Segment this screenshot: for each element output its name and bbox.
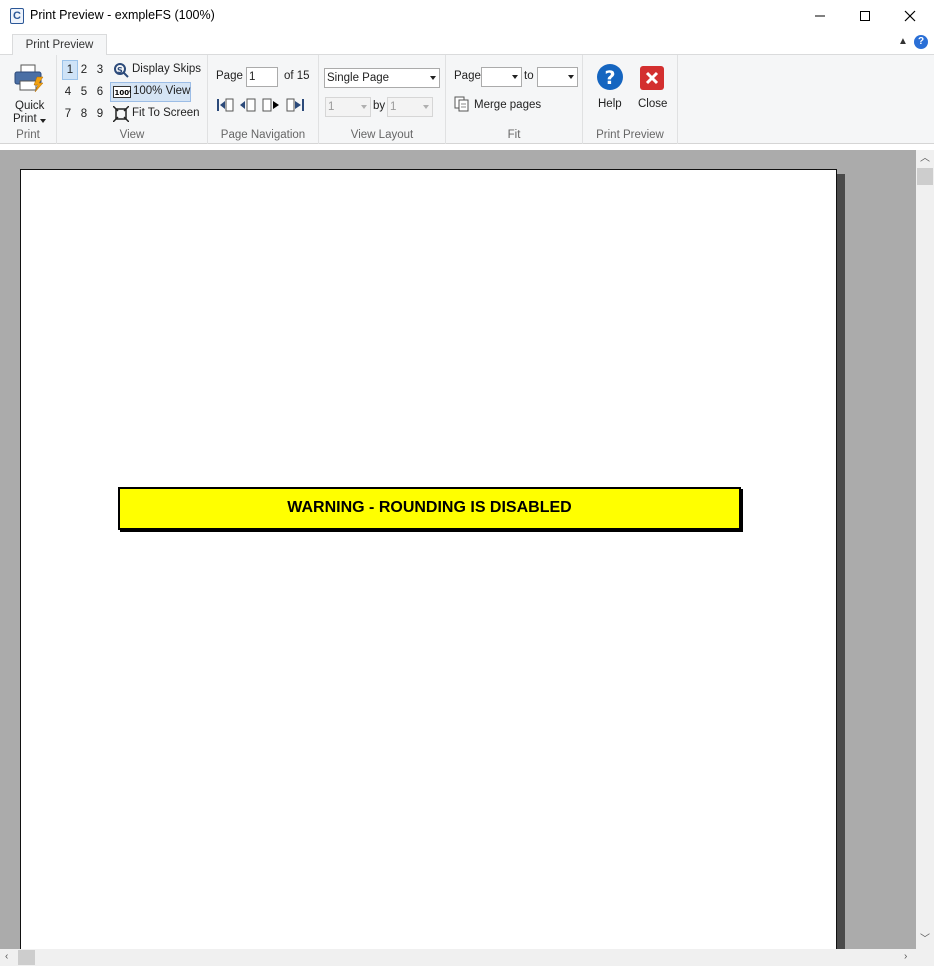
scroll-down-icon[interactable]: ﹀	[920, 935, 930, 945]
view-pages-7[interactable]: 7	[60, 104, 76, 124]
title-bar: C Print Preview - exmpleFS (100%)	[0, 0, 934, 31]
minimize-icon	[815, 15, 825, 16]
vertical-scroll-thumb[interactable]	[917, 168, 933, 185]
display-skips-button[interactable]: S Display Skips	[111, 60, 201, 80]
layout-select-value: Single Page	[327, 72, 390, 84]
quick-print-button[interactable]: Quick Print	[12, 63, 46, 131]
svg-text:S: S	[117, 66, 123, 75]
dropdown-arrow-icon	[40, 119, 46, 123]
fit-group-label: Fit	[507, 129, 521, 141]
warning-banner: WARNING - ROUNDING IS DISABLED	[118, 487, 741, 530]
ribbon-tab-row: Print Preview	[0, 31, 934, 56]
close-icon	[640, 66, 664, 90]
fit-to-screen-icon	[113, 106, 129, 122]
print-preview-group-label: Print Preview	[596, 129, 664, 141]
window-close-button[interactable]	[887, 0, 933, 31]
help-small-icon[interactable]: ?	[914, 35, 928, 49]
close-preview-button[interactable]: Close	[635, 61, 671, 117]
fit-to-screen-label: Fit To Screen	[132, 107, 200, 119]
preview-page: WARNING - ROUNDING IS DISABLED	[20, 169, 837, 949]
merge-pages-button[interactable]: Merge pages	[452, 95, 552, 115]
print-group: Quick Print Print	[0, 55, 57, 144]
svg-text:?: ?	[604, 67, 615, 89]
rows-select-value: 1	[328, 101, 335, 113]
dropdown-arrow-icon	[512, 75, 518, 79]
next-page-icon[interactable]	[262, 97, 280, 113]
maximize-icon	[860, 10, 870, 21]
fit-to-label: to	[524, 70, 534, 82]
view-pages-6[interactable]: 6	[92, 82, 108, 102]
display-skips-icon: S	[114, 63, 129, 78]
minimize-button[interactable]	[797, 0, 843, 31]
printer-icon	[14, 64, 44, 93]
layout-select[interactable]: Single Page	[324, 68, 440, 88]
close-icon	[904, 10, 916, 21]
first-page-icon[interactable]	[216, 97, 234, 113]
quick-print-label-2: Print	[13, 113, 37, 125]
window-title: Print Preview - exmpleFS (100%)	[30, 8, 215, 22]
view-pages-4[interactable]: 4	[60, 82, 76, 102]
dropdown-arrow-icon	[568, 75, 574, 79]
view-group-label: View	[119, 129, 145, 141]
app-icon: C	[10, 8, 24, 24]
page-count-label: of 15	[284, 70, 310, 82]
page-navigation-group-label: Page Navigation	[220, 129, 306, 141]
rows-select: 1	[325, 97, 371, 117]
scroll-up-icon[interactable]: ︿	[920, 154, 930, 164]
columns-select: 1	[387, 97, 433, 117]
collapse-ribbon-icon[interactable]: ▲	[898, 36, 908, 47]
merge-pages-icon	[454, 96, 469, 112]
dropdown-arrow-icon	[361, 105, 367, 109]
dropdown-arrow-icon	[430, 76, 436, 80]
help-icon: ?	[597, 64, 623, 90]
merge-pages-label: Merge pages	[474, 99, 542, 111]
fit-page-label: Page	[454, 70, 481, 82]
previous-page-icon[interactable]	[239, 97, 257, 113]
page-label: Page	[216, 70, 243, 82]
view-pages-8[interactable]: 8	[76, 104, 92, 124]
svg-text:100%: 100%	[115, 89, 132, 97]
horizontal-scroll-thumb[interactable]	[18, 950, 35, 965]
view-group: 1 2 3 4 5 6 7 8 9 S Display Skips 100% 1…	[57, 55, 208, 144]
fit-from-select[interactable]	[481, 67, 522, 87]
page-number-input[interactable]: 1	[246, 67, 278, 87]
scroll-corner	[916, 949, 934, 966]
zoom-100-icon: 100%	[113, 86, 132, 98]
last-page-icon[interactable]	[286, 97, 306, 113]
print-group-label: Print	[16, 129, 40, 141]
preview-workspace[interactable]: WARNING - ROUNDING IS DISABLED	[0, 150, 916, 949]
view-100-button[interactable]: 100% 100% View	[110, 82, 191, 102]
fit-to-screen-button[interactable]: Fit To Screen	[111, 104, 203, 124]
fit-group: Page to Merge pages Fit	[446, 55, 583, 144]
help-button[interactable]: ? Help	[593, 61, 627, 117]
scroll-right-icon[interactable]: ›	[904, 952, 907, 962]
page-navigation-group: Page 1 of 15 Page Navigation	[208, 55, 319, 144]
quick-print-label: Quick	[15, 100, 45, 112]
view-pages-9[interactable]: 9	[92, 104, 108, 124]
close-label: Close	[638, 98, 668, 110]
view-layout-group-label: View Layout	[350, 129, 414, 141]
view-100-label: 100% View	[133, 85, 191, 97]
fit-to-select[interactable]	[537, 67, 578, 87]
dropdown-arrow-icon	[423, 105, 429, 109]
help-label: Help	[598, 98, 622, 110]
horizontal-scrollbar[interactable]: ‹ ›	[0, 949, 916, 966]
by-label: by	[373, 100, 386, 112]
columns-select-value: 1	[390, 101, 397, 113]
view-pages-2[interactable]: 2	[76, 60, 92, 80]
view-pages-5[interactable]: 5	[76, 82, 92, 102]
display-skips-label: Display Skips	[132, 63, 202, 75]
vertical-scrollbar[interactable]: ︿ ﹀	[916, 150, 934, 949]
scroll-left-icon[interactable]: ‹	[5, 952, 8, 962]
maximize-button[interactable]	[842, 0, 888, 31]
tab-print-preview[interactable]: Print Preview	[12, 34, 107, 56]
print-preview-group: ? Help Close Print Preview	[583, 55, 678, 144]
ribbon: Quick Print Print 1 2 3 4 5 6 7 8 9 S Di…	[0, 55, 934, 144]
view-layout-group: Single Page 1 by 1 View Layout	[319, 55, 446, 144]
view-pages-3[interactable]: 3	[92, 60, 108, 80]
